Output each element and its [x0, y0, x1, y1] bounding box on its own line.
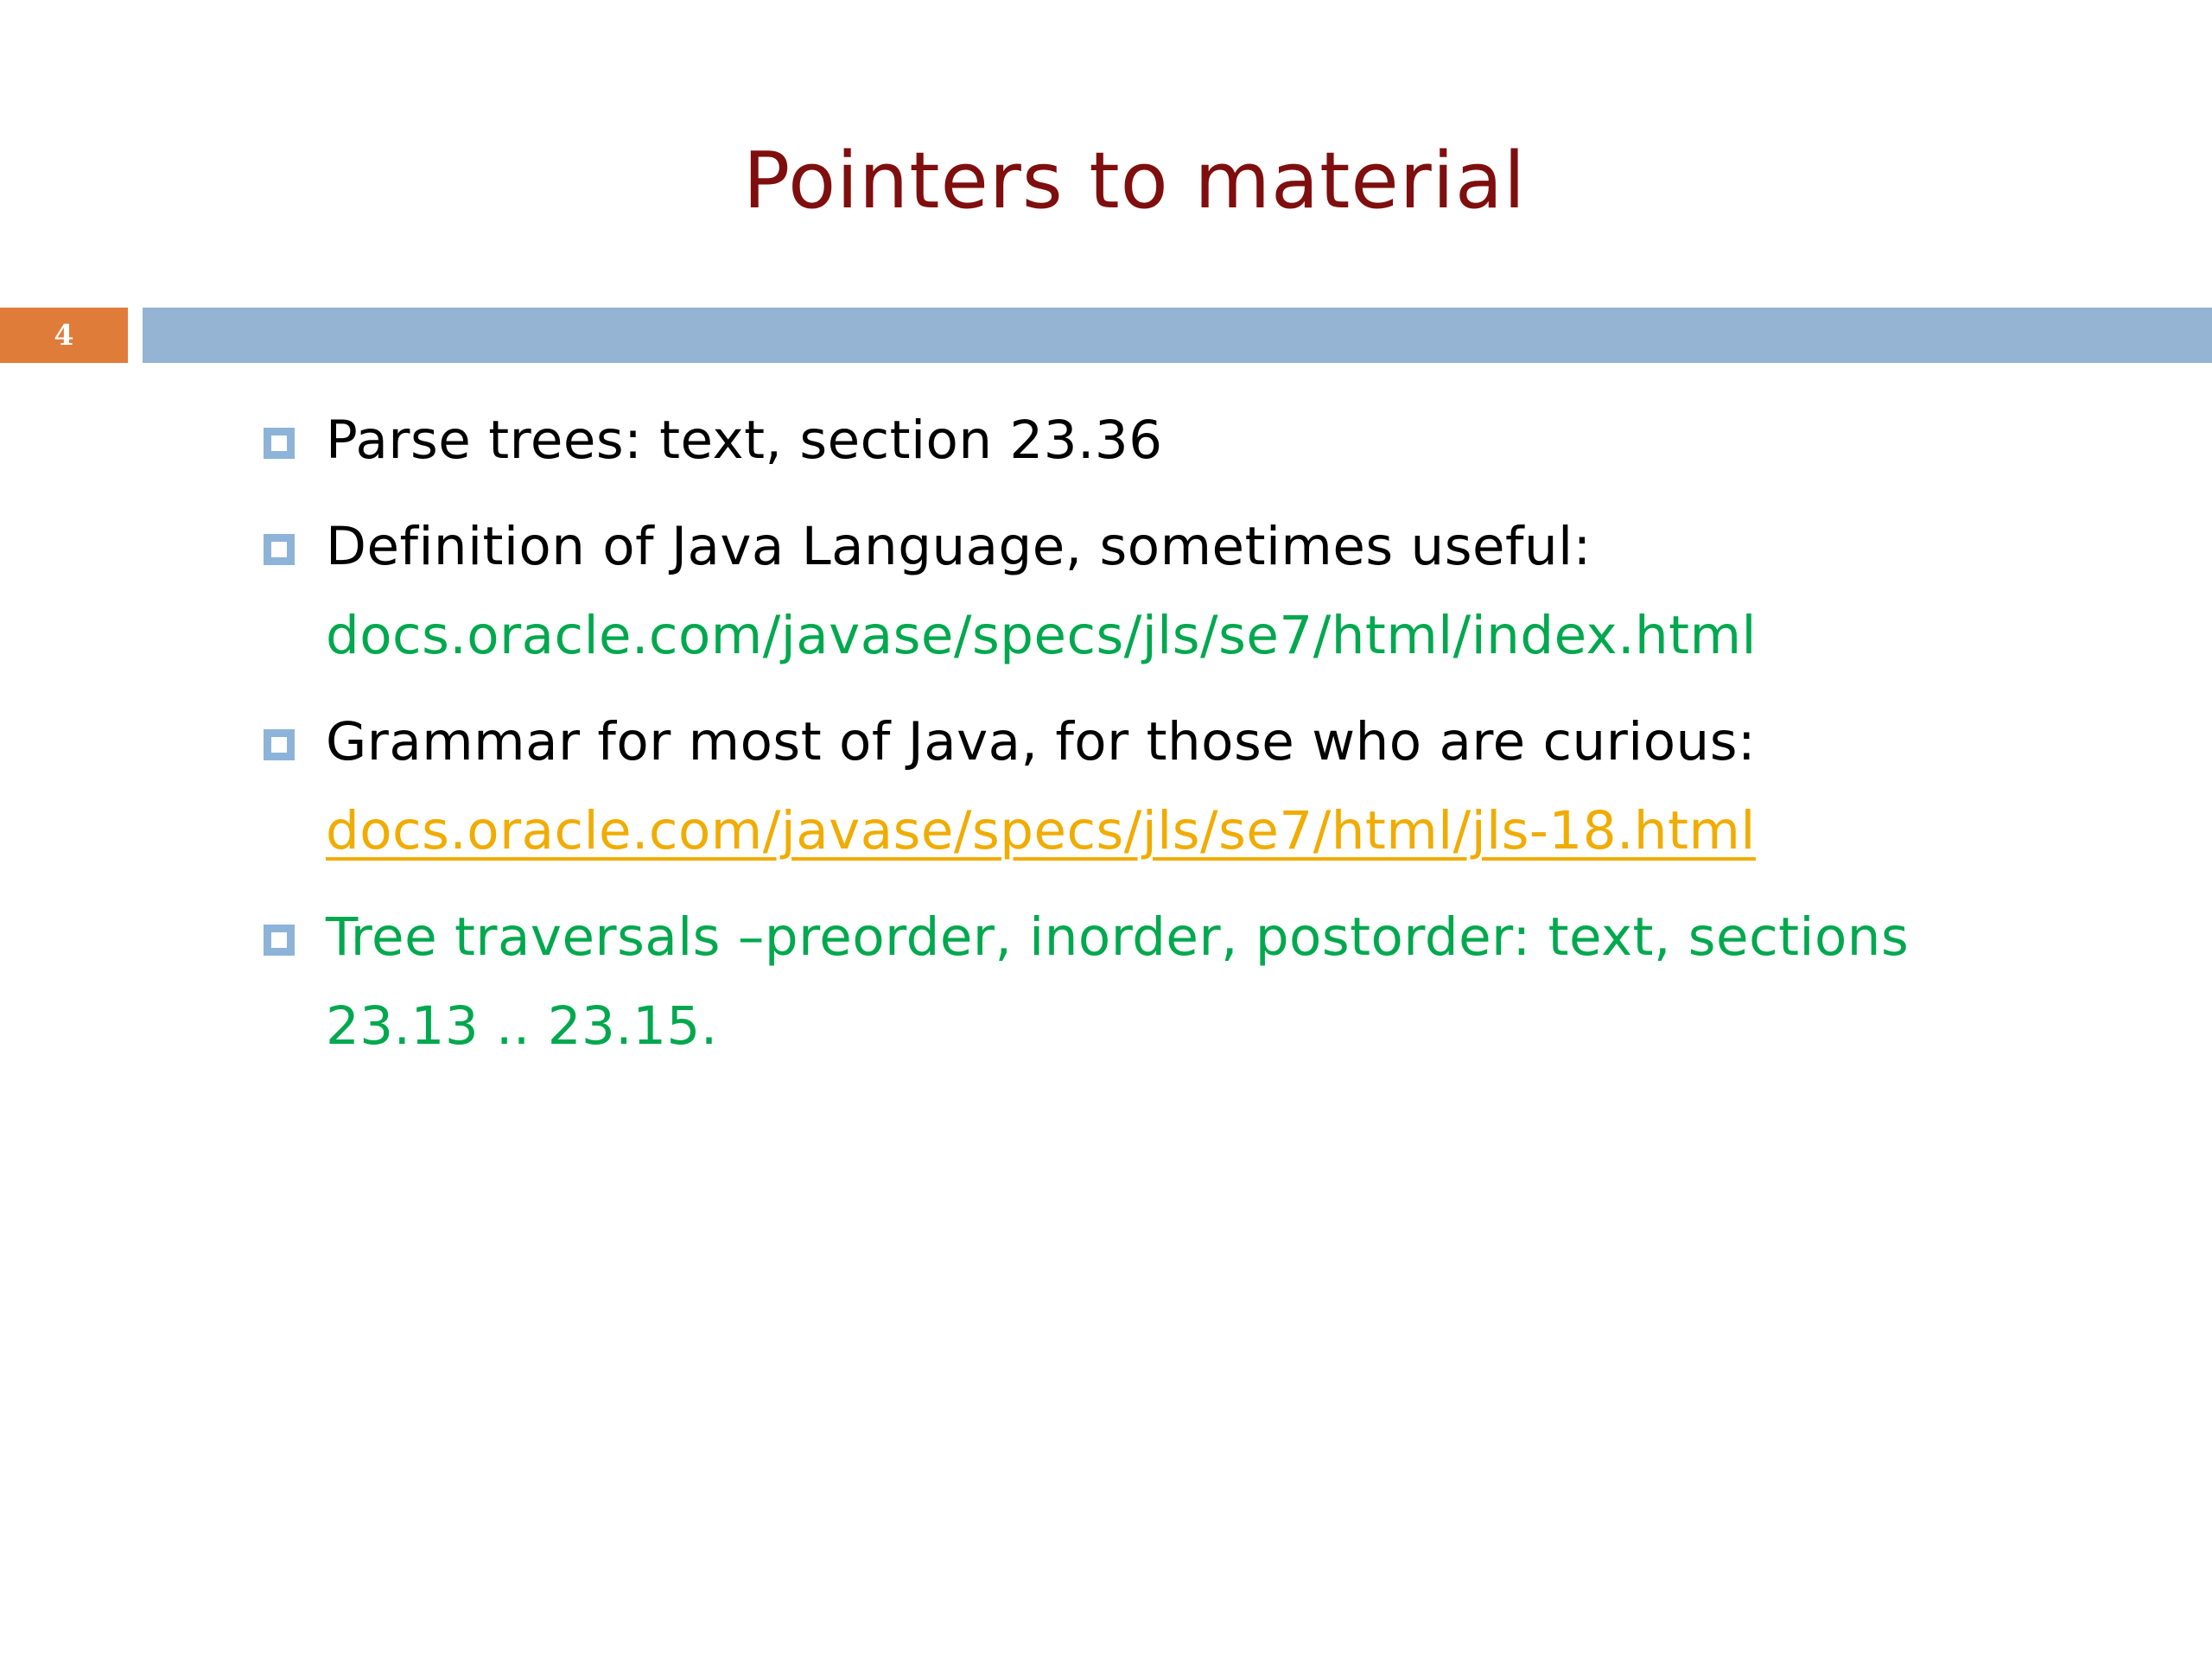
bullet-text: Definition of Java Language, sometimes u…	[326, 516, 1592, 577]
java-grammar-link[interactable]: docs.oracle.com/javase/specs/jls/se7/htm…	[326, 786, 2190, 875]
bullet-text: Parse trees: text, section 23.36	[326, 410, 1163, 471]
bullet-text: Grammar for most of Java, for those who …	[326, 711, 1757, 772]
slide-title: Pointers to material	[743, 136, 1526, 226]
java-spec-link[interactable]: docs.oracle.com/javase/specs/jls/se7/htm…	[326, 591, 2190, 680]
slide-number-box: 4	[0, 308, 128, 363]
bullet-java-grammar: Grammar for most of Java, for those who …	[264, 697, 2190, 875]
slide-number: 4	[54, 318, 74, 352]
square-bullet-icon	[264, 428, 295, 459]
bullet-java-definition: Definition of Java Language, sometimes u…	[264, 502, 2190, 680]
bullet-list: Parse trees: text, section 23.36 Definit…	[264, 396, 2190, 1088]
square-bullet-icon	[264, 534, 295, 565]
bullet-text-continued: 23.13 .. 23.15.	[326, 995, 718, 1057]
bullet-text: Tree traversals –preorder, inorder, post…	[326, 906, 1910, 968]
header-bar	[143, 308, 2212, 363]
square-bullet-icon	[264, 925, 295, 956]
square-bullet-icon	[264, 729, 295, 760]
bullet-parse-trees: Parse trees: text, section 23.36	[264, 396, 2190, 485]
bullet-tree-traversals: Tree traversals –preorder, inorder, post…	[264, 893, 2190, 1071]
